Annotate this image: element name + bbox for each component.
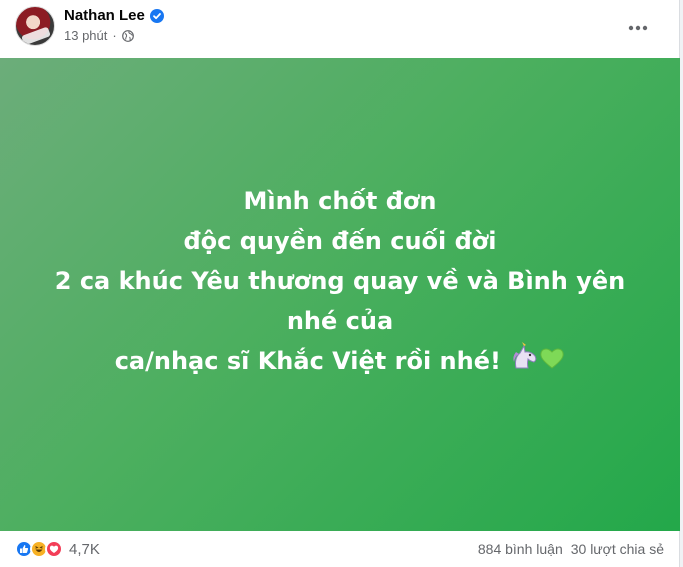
post-timestamp[interactable]: 13 phút	[64, 28, 107, 43]
post-footer: 4,7K 884 bình luận 30 lượt chia sẻ	[0, 531, 680, 567]
share-count-link[interactable]: 30 lượt chia sẻ	[571, 541, 664, 557]
verified-badge-icon	[149, 8, 164, 23]
green-heart-emoji	[539, 342, 565, 382]
author-row: Nathan Lee	[64, 7, 164, 24]
more-options-button[interactable]	[620, 10, 656, 46]
post-text: Mình chốt đơn độc quyền đến cuối đời 2 c…	[40, 181, 640, 382]
post-text-line: nhé của	[286, 306, 394, 335]
engagement-counts: 884 bình luận 30 lượt chia sẻ	[478, 541, 664, 557]
post-text-line: độc quyền đến cuối đời	[183, 226, 497, 255]
comment-count-link[interactable]: 884 bình luận	[478, 541, 563, 557]
post-text-last-line: ca/nhạc sĩ Khắc Việt rồi nhé!	[40, 341, 640, 382]
post-meta: 13 phút ·	[64, 28, 134, 43]
unicorn-emoji	[509, 341, 539, 382]
post-card: Nathan Lee 13 phút · Mình chốt đơn độc q…	[0, 0, 680, 567]
author-name[interactable]: Nathan Lee	[64, 7, 145, 24]
post-text-line: ca/nhạc sĩ Khắc Việt rồi nhé!	[114, 346, 501, 375]
post-background[interactable]: Mình chốt đơn độc quyền đến cuối đời 2 c…	[0, 58, 680, 531]
love-icon	[45, 540, 63, 558]
more-options-icon	[628, 25, 648, 31]
post-text-line: Mình chốt đơn	[243, 186, 437, 215]
post-header: Nathan Lee 13 phút ·	[0, 0, 680, 58]
reaction-count[interactable]: 4,7K	[69, 541, 100, 558]
reactions-summary[interactable]: 4,7K	[15, 540, 100, 558]
author-avatar[interactable]	[15, 6, 55, 46]
post-text-line: 2 ca khúc Yêu thương quay về và Bình yên	[54, 266, 626, 295]
meta-separator: ·	[112, 28, 117, 43]
globe-icon[interactable]	[121, 29, 134, 42]
